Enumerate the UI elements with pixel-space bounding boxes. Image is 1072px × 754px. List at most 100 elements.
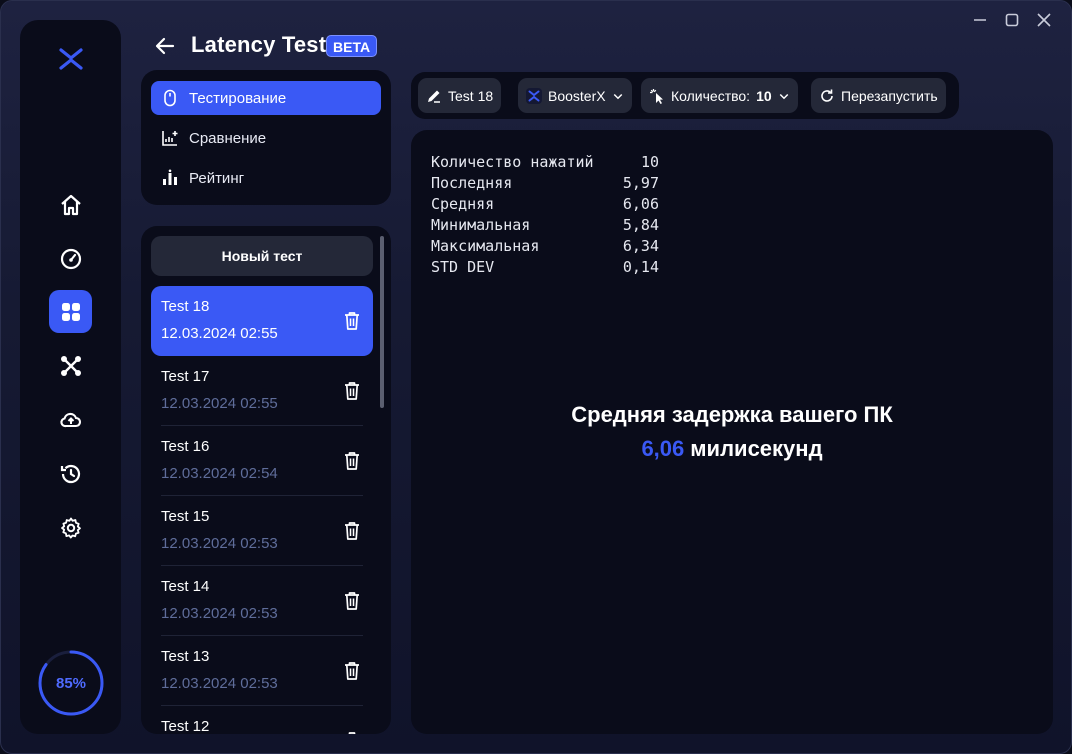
rail-network-button[interactable]	[49, 344, 92, 387]
test-list-panel: Новый тест Test 18 12.03.2024 02:55 Test 1…	[141, 226, 391, 734]
profile-dropdown[interactable]: BoosterX	[518, 78, 632, 113]
test-date: 12.03.2024 02:53	[161, 675, 278, 692]
trash-icon[interactable]	[343, 661, 361, 681]
section-nav: Тестирование Сравнение Рейтинг	[141, 70, 391, 205]
refresh-icon	[821, 89, 833, 102]
rail-speedometer-button[interactable]	[49, 237, 92, 280]
maximize-icon	[1005, 13, 1019, 27]
bars-icon	[163, 169, 177, 185]
stat-label: Количество нажатий	[431, 153, 594, 171]
pencil-icon	[428, 90, 440, 103]
chevron-down-icon	[613, 93, 622, 99]
stat-label: Минимальная	[431, 216, 531, 234]
stats-table: Количество нажатий 10 Последняя 5,97 Средняя…	[431, 152, 659, 278]
window-controls	[971, 11, 1053, 29]
test-name: Test 13	[161, 648, 210, 665]
test-date: 12.03.2024 02:55	[161, 325, 278, 342]
chart-add-icon	[162, 131, 178, 146]
maximize-button[interactable]	[1003, 11, 1021, 29]
stat-row: Максимальная 6,34	[431, 236, 659, 257]
gear-icon	[60, 517, 81, 538]
result-unit: милисекунд	[690, 436, 823, 461]
rail-settings-button[interactable]	[49, 506, 92, 549]
page-title: Latency Test	[191, 32, 327, 57]
test-list-item[interactable]: Test 13 12.03.2024 02:53	[151, 636, 373, 706]
nav-item-label: Тестирование	[189, 89, 287, 107]
sidebar-rail: 85%	[20, 20, 121, 734]
results-panel: Количество нажатий 10 Последняя 5,97 Средняя…	[411, 130, 1053, 734]
profile-label: BoosterX	[548, 87, 606, 104]
test-name: Test 17	[161, 368, 210, 385]
boosterx-logo-icon	[526, 87, 542, 104]
nav-item-label: Сравнение	[189, 129, 267, 147]
stat-value: 10	[640, 153, 659, 171]
nav-item-label: Рейтинг	[189, 169, 245, 187]
test-list-item[interactable]: Test 17 12.03.2024 02:55	[151, 356, 373, 426]
chevron-down-icon	[779, 93, 788, 99]
rail-history-button[interactable]	[49, 452, 92, 495]
stat-value: 5,84	[622, 216, 659, 234]
rename-test-button[interactable]: Test 18	[418, 78, 502, 113]
test-list-item[interactable]: Test 12	[151, 706, 373, 734]
progress-value: 85%	[55, 674, 87, 692]
speedometer-icon	[60, 248, 81, 269]
test-name: Test 14	[161, 578, 210, 595]
apps-icon	[61, 302, 80, 321]
test-list-item[interactable]: Test 16 12.03.2024 02:54	[151, 426, 373, 496]
rail-cloud-button[interactable]	[49, 398, 92, 441]
trash-icon[interactable]	[343, 731, 361, 734]
close-icon	[1037, 13, 1051, 27]
count-value: 10	[756, 87, 772, 104]
test-name: Test 12	[161, 718, 210, 734]
mouse-icon	[164, 89, 176, 107]
stat-value: 5,97	[622, 174, 659, 192]
stat-label: Максимальная	[431, 237, 540, 255]
close-button[interactable]	[1035, 11, 1053, 29]
stat-row: Средняя 6,06	[431, 194, 659, 215]
beta-badge: BETA	[326, 35, 378, 57]
nav-item-compare[interactable]: Сравнение	[151, 121, 381, 155]
count-dropdown[interactable]: Количество: 10	[641, 78, 798, 113]
trash-icon[interactable]	[343, 451, 361, 471]
minimize-button[interactable]	[971, 11, 989, 29]
stat-label: Средняя	[431, 195, 495, 213]
nav-item-rating[interactable]: Рейтинг	[151, 161, 381, 195]
new-test-button[interactable]: Новый тест	[151, 236, 373, 276]
test-date: 12.03.2024 02:53	[161, 535, 278, 552]
nav-item-testing[interactable]: Тестирование	[151, 81, 381, 115]
stat-value: 6,34	[622, 237, 659, 255]
app-window: 85% Latency Test BETA Тестирование Сравн…	[0, 0, 1072, 754]
cloud-upload-icon	[59, 412, 81, 427]
rename-test-label: Test 18	[448, 87, 494, 104]
result-value: 6,06	[641, 436, 685, 461]
click-icon	[650, 88, 663, 104]
test-list-item[interactable]: Test 15 12.03.2024 02:53	[151, 496, 373, 566]
stat-row: Последняя 5,97	[431, 173, 659, 194]
test-name: Test 18	[161, 298, 210, 315]
network-icon	[60, 355, 81, 376]
stat-label: STD DEV	[431, 258, 495, 276]
test-toolbar: Test 18 BoosterX Количество: 10 Перезапу…	[411, 72, 959, 119]
trash-icon[interactable]	[343, 381, 361, 401]
test-date: 12.03.2024 02:55	[161, 395, 278, 412]
test-list-item[interactable]: Test 18 12.03.2024 02:55	[151, 286, 373, 356]
rail-apps-button[interactable]	[49, 290, 92, 333]
home-icon	[60, 194, 81, 215]
back-arrow-icon[interactable]	[154, 35, 176, 57]
result-headline: Средняя задержка вашего ПК	[571, 402, 893, 427]
test-date: 12.03.2024 02:54	[161, 465, 278, 482]
rail-home-button[interactable]	[49, 183, 92, 226]
trash-icon[interactable]	[343, 311, 361, 331]
test-list-item[interactable]: Test 14 12.03.2024 02:53	[151, 566, 373, 636]
test-date: 12.03.2024 02:53	[161, 605, 278, 622]
list-scrollbar[interactable]	[380, 236, 384, 408]
test-name: Test 15	[161, 508, 210, 525]
stat-row: STD DEV 0,14	[431, 257, 659, 278]
test-name: Test 16	[161, 438, 210, 455]
stat-value: 0,14	[622, 258, 659, 276]
trash-icon[interactable]	[343, 591, 361, 611]
restart-button[interactable]: Перезапустить	[811, 78, 946, 113]
trash-icon[interactable]	[343, 521, 361, 541]
result-value-line: 6,06 милисекунд	[411, 436, 1053, 462]
stat-value: 6,06	[622, 195, 659, 213]
